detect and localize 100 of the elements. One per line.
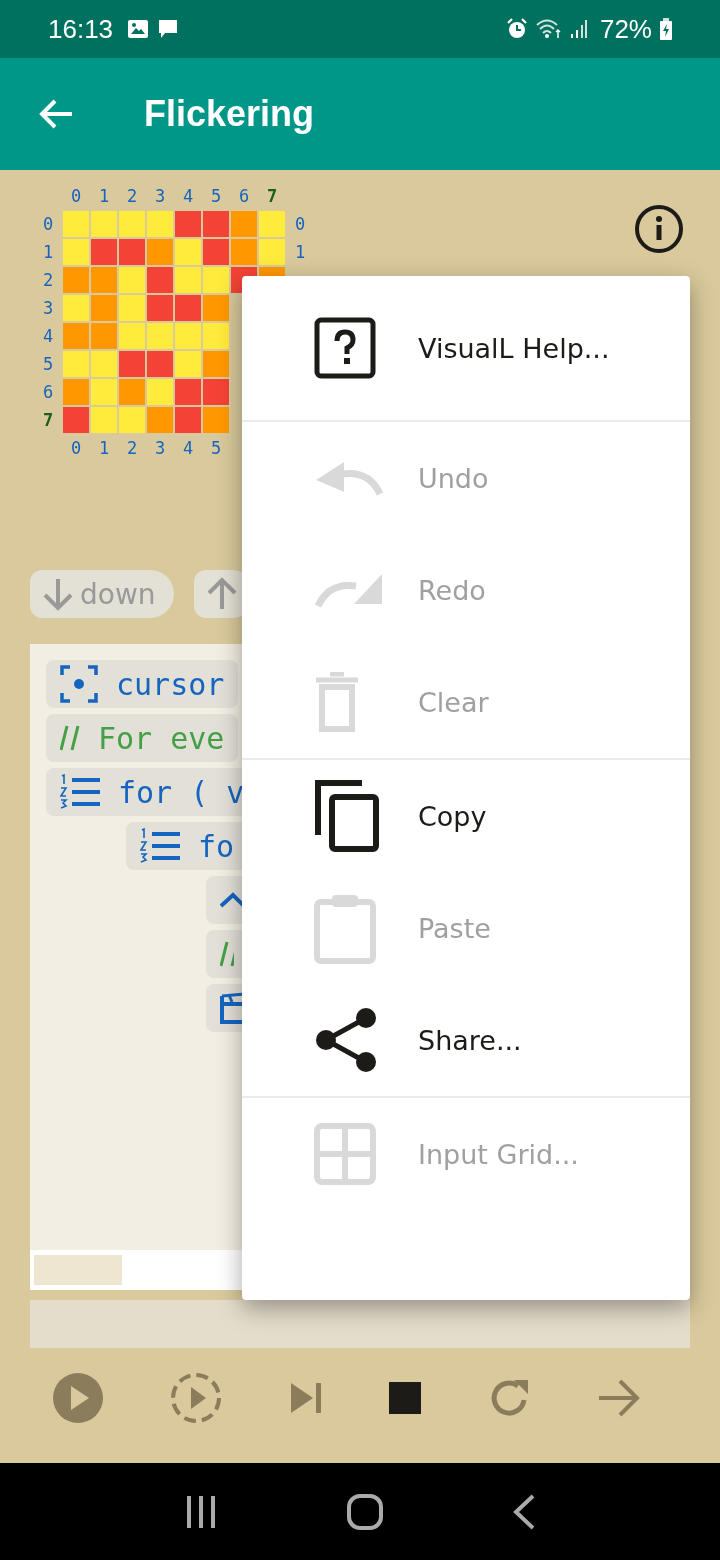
column-label: 0 [69,437,83,460]
grid-cell[interactable] [147,323,173,349]
battery-percentage: 72% [599,13,652,45]
grid-cell[interactable] [119,407,145,433]
grid-cell[interactable] [91,379,117,405]
grid-cell[interactable] [203,211,229,237]
grid-cell[interactable] [147,267,173,293]
forward-arrow-icon[interactable] [597,1378,640,1418]
column-label: 5 [209,437,223,460]
grid-cell[interactable] [175,267,201,293]
grid-cell[interactable] [119,267,145,293]
grid-cell[interactable] [91,295,117,321]
back-arrow-icon[interactable] [38,98,74,130]
grid-icon [314,1123,376,1185]
grid-cell[interactable] [259,211,285,237]
grid-cell[interactable] [91,351,117,377]
code-text: fo [198,828,235,864]
grid-cell[interactable] [147,295,173,321]
row-label: 0 [293,213,307,236]
grid-cell[interactable] [175,351,201,377]
grid-cell[interactable] [175,211,201,237]
numbered-list-icon [60,774,100,810]
grid-cell[interactable] [119,351,145,377]
stop-icon[interactable] [389,1382,422,1414]
row-label: 6 [41,381,55,404]
grid-cell[interactable] [175,407,201,433]
grid-cell[interactable] [63,295,89,321]
grid-cell[interactable] [91,239,117,265]
grid-cell[interactable] [175,295,201,321]
grid-cell[interactable] [63,211,89,237]
menu-item[interactable]: Share... [242,984,690,1096]
grid-cell[interactable] [175,323,201,349]
column-label: 6 [237,185,251,208]
grid-cell[interactable] [147,379,173,405]
recent-apps-icon[interactable] [184,1494,218,1529]
grid-cell[interactable] [119,239,145,265]
code-block[interactable]: For eve [46,714,239,762]
row-label: 5 [41,353,55,376]
grid-cell[interactable] [203,407,229,433]
grid-cell[interactable] [119,211,145,237]
grid-cell[interactable] [119,323,145,349]
battery-icon [660,18,672,40]
column-label: 2 [125,437,139,460]
code-text: cursor [116,666,225,702]
grid-cell[interactable] [175,379,201,405]
grid-cell[interactable] [203,295,229,321]
grid-cell[interactable] [91,211,117,237]
grid-cell[interactable] [63,407,89,433]
comment-slashes-icon [60,725,80,751]
row-label: 1 [293,241,307,264]
grid-cell[interactable] [147,407,173,433]
grid-cell[interactable] [147,351,173,377]
comment-slashes-icon [220,941,234,967]
play-icon[interactable] [52,1372,104,1424]
grid-cell[interactable] [259,239,285,265]
grid-cell[interactable] [203,267,229,293]
down-button[interactable]: down [30,570,174,618]
grid-cell[interactable] [231,211,257,237]
code-text: ( v [190,774,245,810]
screen-title: Flickering [144,93,315,135]
grid-cell[interactable] [175,239,201,265]
copy-icon [314,779,380,853]
grid-cell[interactable] [63,267,89,293]
grid-cell[interactable] [203,351,229,377]
grid-cell[interactable] [63,323,89,349]
column-label: 5 [209,185,223,208]
menu-item[interactable]: VisualL Help... [242,276,690,420]
grid-cell[interactable] [91,267,117,293]
grid-cell[interactable] [119,295,145,321]
step-play-icon[interactable] [170,1372,223,1424]
column-label: 7 [265,185,279,208]
grid-cell[interactable] [147,239,173,265]
grid-cell[interactable] [147,211,173,237]
row-label: 0 [41,213,55,236]
back-icon[interactable] [512,1493,536,1530]
grid-cell[interactable] [63,379,89,405]
grid-cell[interactable] [91,323,117,349]
grid-cell[interactable] [63,351,89,377]
column-label: 1 [97,185,111,208]
grid-cell[interactable] [91,407,117,433]
grid-cell[interactable] [63,239,89,265]
home-icon[interactable] [346,1492,384,1531]
share-icon [314,1006,378,1074]
grid-cell[interactable] [119,379,145,405]
info-icon[interactable] [634,204,684,254]
grid-cell[interactable] [231,239,257,265]
grid-cell[interactable] [203,379,229,405]
code-block[interactable]: cursor [46,660,239,708]
clipboard-icon [314,892,376,964]
message-icon [157,18,180,40]
clapperboard-icon [220,992,242,1024]
skip-next-icon[interactable] [288,1381,323,1415]
help-icon [314,317,376,379]
caret-icon [220,892,242,908]
column-label: 1 [97,437,111,460]
grid-cell[interactable] [203,323,229,349]
row-label: 2 [41,269,55,292]
grid-cell[interactable] [203,239,229,265]
clock-time: 16:13 [48,13,114,45]
comment-text: For eve [98,720,225,756]
